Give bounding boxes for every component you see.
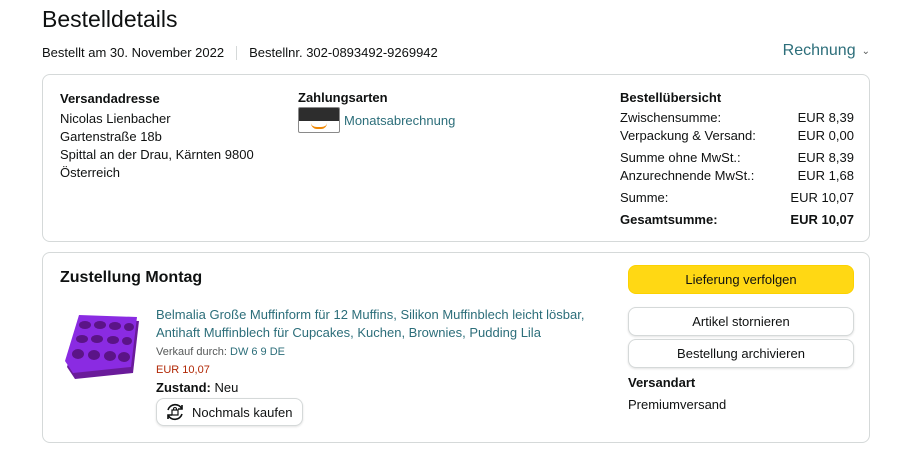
summary-label: Summe ohne MwSt.: [620,150,741,165]
order-totals: Bestellübersicht Zwischensumme: EUR 8,39… [620,90,854,229]
grand-total-value: EUR 10,07 [790,212,854,227]
shipping-type-value: Premiumversand [628,397,727,412]
shipping-type-title: Versandart [628,375,696,390]
condition-value: Neu [214,380,239,395]
summary-row: Anzurechnende MwSt.: EUR 1,68 [620,167,854,185]
summary-label: Anzurechnende MwSt.: [620,168,755,183]
address-line: Österreich [60,165,120,180]
seller-link[interactable]: DW 6 9 DE [230,346,285,358]
summary-label: Verpackung & Versand: [620,128,756,143]
order-summary-title: Bestellübersicht [620,90,722,105]
summary-value: EUR 8,39 [797,110,854,125]
seller-prefix: Verkauf durch: [156,346,227,358]
summary-value: EUR 10,07 [790,190,854,205]
order-meta: Bestellt am 30. November 2022 Bestellnr.… [42,45,438,60]
summary-row: Summe ohne MwSt.: EUR 8,39 [620,149,854,167]
buy-again-icon [167,403,183,421]
order-summary-card: Versandadresse Nicolas Lienbacher Garten… [42,74,870,242]
payment-methods: Zahlungsarten Monatsabrechnung [298,90,455,133]
address-line: Nicolas Lienbacher [60,111,171,126]
condition-label: Zustand: [156,380,211,395]
cancel-item-button[interactable]: Artikel stornieren [628,307,854,336]
track-package-button[interactable]: Lieferung verfolgen [628,265,854,294]
summary-row: Verpackung & Versand: EUR 0,00 [620,127,854,145]
payment-title: Zahlungsarten [298,90,388,105]
summary-label: Zwischensumme: [620,110,722,125]
address-line: Spittal an der Drau, Kärnten 9800 [60,147,254,162]
invoice-label: Rechnung [782,42,856,59]
summary-row: Summe: EUR 10,07 [620,189,854,207]
summary-label: Summe: [620,190,669,205]
invoice-dropdown[interactable]: Rechnung ⌄ [783,42,870,60]
delivery-card: Zustellung Montag Belmalia Große Muffinf… [42,252,870,443]
summary-value: EUR 8,39 [797,150,854,165]
summary-value: EUR 0,00 [797,128,854,143]
product-condition: Zustand: Neu [156,380,238,395]
buy-again-button[interactable]: Nochmals kaufen [156,398,304,426]
shipping-address-title: Versandadresse [60,91,160,106]
summary-row: Zwischensumme: EUR 8,39 [620,109,854,127]
product-title-link[interactable]: Belmalia Große Muffinform für 12 Muffins… [156,306,606,342]
buy-again-label: Nochmals kaufen [192,404,293,420]
shipping-address: Versandadresse Nicolas Lienbacher Garten… [60,90,254,182]
meta-divider [236,45,238,60]
delivery-title: Zustellung Montag [60,269,203,286]
grand-total-label: Gesamtsumme: [620,212,718,227]
product-image[interactable] [61,309,143,385]
order-date: Bestellt am 30. November 2022 [42,45,225,60]
payment-card-icon [298,107,340,133]
summary-value: EUR 1,68 [797,168,854,183]
chevron-down-icon: ⌄ [861,45,870,57]
product-price: EUR 10,07 [156,364,210,376]
address-line: Gartenstraße 18b [60,129,162,144]
order-number: Bestellnr. 302-0893492-9269942 [249,45,438,60]
page-title: Bestelldetails [42,6,178,32]
seller-info: Verkauf durch: DW 6 9 DE [156,346,285,358]
payment-method-link[interactable]: Monatsabrechnung [344,113,455,128]
archive-order-button[interactable]: Bestellung archivieren [628,339,854,368]
grand-total-row: Gesamtsumme: EUR 10,07 [620,211,854,229]
